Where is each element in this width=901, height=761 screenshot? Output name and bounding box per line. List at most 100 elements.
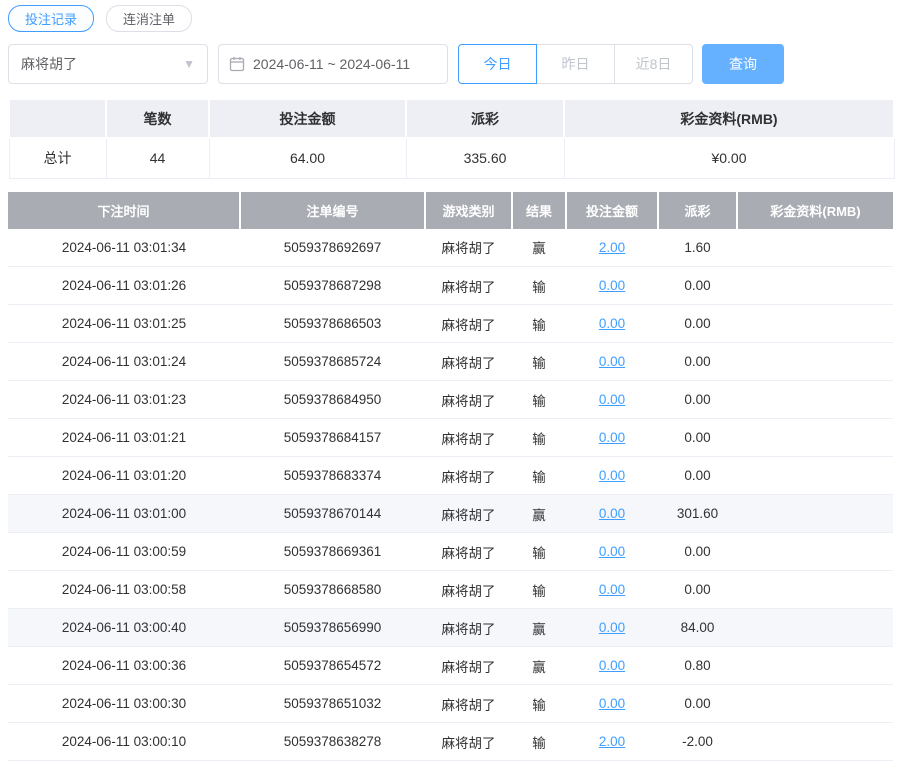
- summary-payout: 335.60: [405, 137, 565, 179]
- result-cell: 赢: [512, 494, 566, 533]
- summary-count: 44: [105, 137, 210, 179]
- order-id-cell: 5059378654572: [240, 646, 425, 685]
- bet-amount-cell: 0.00: [566, 532, 658, 571]
- bet-amount-cell: 0.00: [566, 570, 658, 609]
- order-id-cell: 5059378684950: [240, 380, 425, 419]
- bet-table-header-cell: 游戏类别: [425, 191, 513, 229]
- result-cell: 输: [512, 532, 566, 571]
- last-8-days-button[interactable]: 近8日: [614, 44, 693, 84]
- game-type-cell: 麻将胡了: [425, 646, 512, 685]
- result-cell: 输: [512, 380, 566, 419]
- summary-header-row: 笔数 投注金额 派彩 彩金资料(RMB): [8, 98, 895, 139]
- payout-cell: 301.60: [658, 494, 737, 533]
- bonus-cell: [737, 722, 893, 761]
- tab-cancelled-orders[interactable]: 连消注单: [106, 5, 193, 32]
- bet-table-header-cell: 下注时间: [8, 191, 241, 229]
- order-id-cell: 5059378683374: [240, 456, 425, 495]
- bet-time-cell: 2024-06-11 03:00:40: [8, 608, 240, 647]
- date-range-value: 2024-06-11 ~ 2024-06-11: [253, 56, 411, 72]
- bet-amount-link[interactable]: 0.00: [599, 696, 625, 711]
- today-button[interactable]: 今日: [458, 44, 537, 84]
- order-id-cell: 5059378687298: [240, 266, 425, 305]
- bet-table: 下注时间 注单编号 游戏类别 结果 投注金额 派彩 彩金资料(RMB) 2024-06-11…: [8, 191, 893, 761]
- bet-time-cell: 2024-06-11 03:01:21: [8, 418, 240, 457]
- bet-amount-cell: 0.00: [566, 684, 658, 723]
- quick-range-button-group: 今日 昨日 近8日: [458, 44, 693, 84]
- result-cell: 输: [512, 342, 566, 381]
- summary-table: 笔数 投注金额 派彩 彩金资料(RMB) 总计 44 64.00 335.60 ¥0.…: [8, 98, 895, 179]
- yesterday-button[interactable]: 昨日: [536, 44, 615, 84]
- result-cell: 输: [512, 304, 566, 343]
- bet-amount-link[interactable]: 2.00: [599, 734, 625, 749]
- bet-amount-link[interactable]: 0.00: [599, 278, 625, 293]
- query-button[interactable]: 查询: [702, 44, 784, 84]
- bet-amount-link[interactable]: 0.00: [599, 620, 625, 635]
- bet-amount-link[interactable]: 0.00: [599, 468, 625, 483]
- table-row: 2024-06-11 03:01:20 5059378683374 麻将胡了输 0.0…: [8, 456, 893, 495]
- result-cell: 输: [512, 722, 566, 761]
- bonus-cell: [737, 456, 893, 495]
- game-type-cell: 麻将胡了: [425, 304, 512, 343]
- game-type-cell: 麻将胡了: [425, 532, 512, 571]
- game-type-cell: 麻将胡了: [425, 722, 512, 761]
- table-row: 2024-06-11 03:01:24 5059378685724 麻将胡了输 0.0…: [8, 342, 893, 381]
- bet-amount-link[interactable]: 0.00: [599, 392, 625, 407]
- bet-amount-link[interactable]: 2.00: [599, 240, 625, 255]
- game-select[interactable]: 麻将胡了 ▼: [8, 44, 208, 84]
- table-row: 2024-06-11 03:01:00 5059378670144 麻将胡了赢 0.0…: [8, 494, 893, 533]
- result-cell: 输: [512, 684, 566, 723]
- bet-time-cell: 2024-06-11 03:01:25: [8, 304, 240, 343]
- bonus-cell: [737, 418, 893, 457]
- bet-amount-link[interactable]: 0.00: [599, 582, 625, 597]
- bet-amount-link[interactable]: 0.00: [599, 430, 625, 445]
- order-id-cell: 5059378686503: [240, 304, 425, 343]
- bet-table-body: 2024-06-11 03:01:34 5059378692697 麻将胡了赢 2.0…: [8, 228, 893, 761]
- payout-cell: 0.00: [658, 342, 737, 381]
- table-row: 2024-06-11 03:01:34 5059378692697 麻将胡了赢 2.0…: [8, 228, 893, 267]
- chevron-down-icon: ▼: [183, 57, 195, 71]
- bet-amount-cell: 2.00: [566, 722, 658, 761]
- bet-amount-link[interactable]: 0.00: [599, 354, 625, 369]
- bet-table-header-cell: 彩金资料(RMB): [737, 191, 893, 229]
- payout-cell: 0.00: [658, 380, 737, 419]
- game-type-cell: 麻将胡了: [425, 494, 512, 533]
- bet-time-cell: 2024-06-11 03:01:26: [8, 266, 240, 305]
- order-id-cell: 5059378692697: [240, 228, 425, 267]
- bonus-cell: [737, 304, 893, 343]
- summary-total-row: 总计 44 64.00 335.60 ¥0.00: [8, 137, 895, 179]
- game-select-value: 麻将胡了: [21, 56, 77, 72]
- order-id-cell: 5059378685724: [240, 342, 425, 381]
- game-type-cell: 麻将胡了: [425, 684, 512, 723]
- payout-cell: 84.00: [658, 608, 737, 647]
- bonus-cell: [737, 684, 893, 723]
- bet-amount-cell: 0.00: [566, 418, 658, 457]
- payout-cell: 0.00: [658, 418, 737, 457]
- bet-amount-link[interactable]: 0.00: [599, 658, 625, 673]
- bet-time-cell: 2024-06-11 03:00:10: [8, 722, 240, 761]
- bonus-cell: [737, 494, 893, 533]
- result-cell: 输: [512, 266, 566, 305]
- table-row: 2024-06-11 03:00:40 5059378656990 麻将胡了赢 0.0…: [8, 608, 893, 647]
- bet-table-header-cell: 投注金额: [566, 191, 659, 229]
- result-cell: 赢: [512, 646, 566, 685]
- bet-time-cell: 2024-06-11 03:00:58: [8, 570, 240, 609]
- table-row: 2024-06-11 03:00:30 5059378651032 麻将胡了输 0.0…: [8, 684, 893, 723]
- bonus-cell: [737, 266, 893, 305]
- bet-amount-cell: 0.00: [566, 608, 658, 647]
- result-cell: 输: [512, 456, 566, 495]
- bet-amount-cell: 2.00: [566, 228, 658, 267]
- bet-amount-cell: 0.00: [566, 646, 658, 685]
- bet-time-cell: 2024-06-11 03:01:20: [8, 456, 240, 495]
- bet-amount-link[interactable]: 0.00: [599, 506, 625, 521]
- payout-cell: 0.00: [658, 266, 737, 305]
- payout-cell: 0.00: [658, 532, 737, 571]
- bet-amount-link[interactable]: 0.00: [599, 316, 625, 331]
- date-range-picker[interactable]: 2024-06-11 ~ 2024-06-11: [218, 44, 448, 84]
- payout-cell: 1.60: [658, 228, 737, 267]
- tab-betting-records[interactable]: 投注记录: [8, 5, 95, 32]
- order-id-cell: 5059378638278: [240, 722, 425, 761]
- table-row: 2024-06-11 03:01:25 5059378686503 麻将胡了输 0.0…: [8, 304, 893, 343]
- bonus-cell: [737, 608, 893, 647]
- bet-amount-link[interactable]: 0.00: [599, 544, 625, 559]
- tabs-row: 投注记录 连消注单: [8, 5, 893, 32]
